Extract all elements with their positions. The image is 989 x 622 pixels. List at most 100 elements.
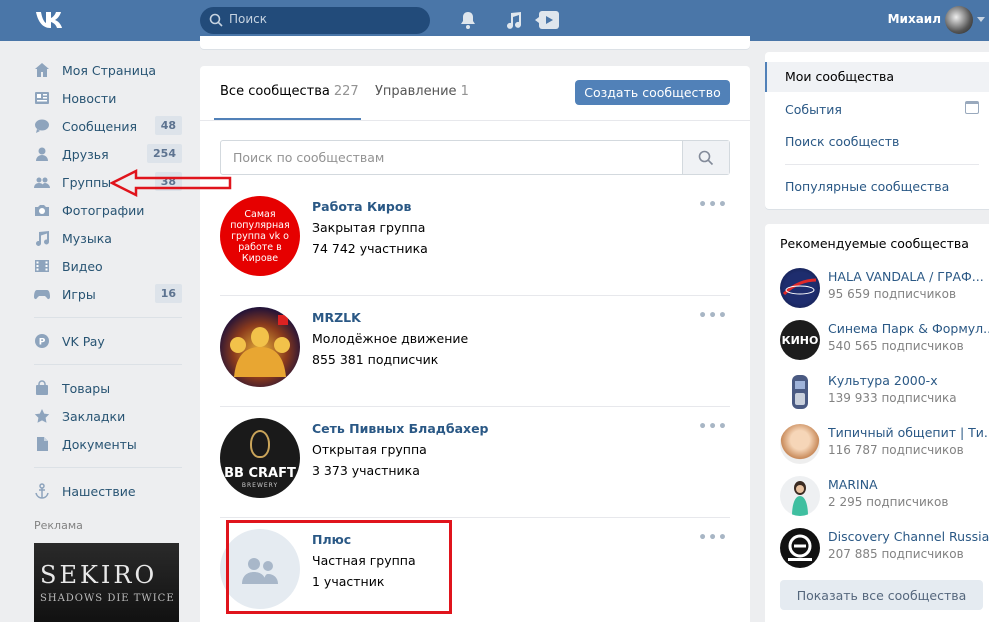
community-subscribers: 139 933 подписчика [828, 391, 957, 405]
community-row[interactable]: BB CRAFT BREWERY Сеть Пивных Бладбахер О… [220, 407, 730, 518]
recommended-item[interactable]: Discovery Channel Russia 207 885 подписч… [780, 522, 989, 574]
friends-count-badge: 254 [147, 144, 182, 163]
sidebar-divider [34, 317, 182, 318]
community-name[interactable]: MARINA [828, 477, 989, 492]
community-type: Открытая группа [312, 442, 427, 457]
community-name[interactable]: Discovery Channel Russia [828, 529, 989, 544]
community-avatar[interactable] [220, 307, 300, 387]
community-name[interactable]: Культура 2000-х [828, 373, 989, 388]
community-avatar[interactable]: КИНО [780, 320, 820, 360]
community-name[interactable]: Типичный общепит | Ти... [828, 425, 989, 440]
recommended-item[interactable]: MARINA 2 295 подписчиков [780, 470, 989, 522]
anchor-icon [35, 483, 49, 499]
community-subscribers: 540 565 подписчиков [828, 339, 964, 353]
community-row[interactable]: Самая популярная группа vk о работе в Ки… [220, 185, 730, 296]
sidebar-item-news[interactable]: Новости [34, 84, 184, 112]
recommended-item[interactable]: КИНО Синема Парк & Формул... 540 565 под… [780, 314, 989, 366]
sidebar-item-friends[interactable]: Друзья 254 [34, 140, 184, 168]
sidebar-item-messages[interactable]: Сообщения 48 [34, 112, 184, 140]
sidebar-item-bookmarks[interactable]: Закладки [34, 402, 184, 430]
tab-count: 227 [333, 84, 359, 99]
community-subscribers: 95 659 подписчиков [828, 287, 957, 301]
menu-item-my-communities[interactable]: Мои сообщества [765, 62, 989, 92]
community-name[interactable]: MRZLK [312, 310, 361, 325]
unread-count-badge: 48 [154, 116, 182, 135]
vk-logo-icon[interactable] [34, 8, 68, 32]
sidebar-item-vk-pay[interactable]: P VK Pay [34, 327, 184, 355]
user-name[interactable]: Михаил [888, 12, 941, 26]
global-search-input[interactable]: Поиск [200, 7, 430, 34]
community-members: 855 381 подписчик [312, 352, 439, 367]
community-subscribers: 116 787 подписчиков [828, 443, 964, 457]
community-row[interactable]: MRZLK Молодёжное движение 855 381 подпис… [220, 296, 730, 407]
community-name[interactable]: Работа Киров [312, 199, 411, 214]
bell-icon[interactable] [460, 11, 476, 29]
sidebar-item-music[interactable]: Музыка [34, 224, 184, 252]
recommended-item[interactable]: Культура 2000-х 139 933 подписчика [780, 366, 989, 418]
community-name[interactable]: Синема Парк & Формул... [828, 321, 989, 336]
play-video-icon[interactable] [535, 11, 559, 29]
more-options-icon[interactable]: ••• [698, 197, 728, 213]
menu-item-events[interactable]: События [785, 102, 842, 117]
show-all-communities-button[interactable]: Показать все сообщества [780, 580, 983, 610]
left-sidebar: Моя Страница Новости Сообщения 48 Друзья… [34, 56, 184, 505]
tab-management[interactable]: Управление 1 [375, 84, 469, 99]
sidebar-item-photos[interactable]: Фотографии [34, 196, 184, 224]
ad-banner[interactable]: SEKIRO SHADOWS DIE TWICE [34, 543, 179, 622]
games-count-badge: 16 [154, 284, 182, 303]
community-subscribers: 207 885 подписчиков [828, 547, 964, 561]
music-note-icon[interactable] [506, 11, 522, 29]
sidebar-item-documents[interactable]: Документы [34, 430, 184, 458]
sidebar-item-my-page[interactable]: Моя Страница [34, 56, 184, 84]
recommended-title: Рекомендуемые сообщества [780, 236, 969, 251]
community-avatar[interactable] [780, 424, 820, 464]
bodybuilder-image [230, 315, 290, 377]
community-avatar[interactable]: BB CRAFT BREWERY [220, 418, 300, 498]
discovery-logo-icon [788, 534, 812, 561]
sidebar-item-label: Группы [62, 174, 112, 190]
ad-title: SEKIRO [40, 561, 158, 589]
top-card-edge [200, 36, 750, 49]
sidebar-item-label: Сообщения [62, 118, 138, 134]
search-button[interactable] [682, 141, 729, 174]
calendar-icon[interactable] [965, 101, 979, 114]
search-icon [698, 150, 714, 166]
community-avatar[interactable]: Самая популярная группа vk о работе в Ки… [220, 196, 300, 276]
avatar-caption: BB CRAFT [224, 466, 296, 481]
more-options-icon[interactable]: ••• [698, 419, 728, 435]
community-avatar[interactable] [780, 268, 820, 308]
search-placeholder: Поиск по сообществам [233, 150, 385, 165]
community-search-input[interactable]: Поиск по сообществам [220, 140, 730, 175]
menu-item-popular-communities[interactable]: Популярные сообщества [785, 179, 949, 194]
phone-image [792, 375, 808, 409]
user-avatar[interactable] [945, 6, 973, 34]
sidebar-item-label: Закладки [62, 408, 126, 424]
sidebar-item-label: Друзья [62, 146, 109, 162]
community-avatar[interactable] [780, 372, 820, 412]
news-icon [35, 92, 49, 104]
tab-label: Все сообщества [220, 84, 330, 99]
community-name[interactable]: Сеть Пивных Бладбахер [312, 421, 489, 436]
sidebar-item-goods[interactable]: Товары [34, 374, 184, 402]
vkpay-icon: P [35, 334, 49, 348]
community-avatar[interactable] [780, 476, 820, 516]
nasa-style-logo-icon [782, 278, 817, 296]
community-name[interactable]: HALA VANDALA / ГРАФ... [828, 269, 989, 284]
sidebar-item-games[interactable]: Игры 16 [34, 280, 184, 308]
recommended-item[interactable]: HALA VANDALA / ГРАФ... 95 659 подписчико… [780, 262, 989, 314]
recommended-item[interactable]: Типичный общепит | Ти... 116 787 подписч… [780, 418, 989, 470]
community-avatar[interactable] [780, 528, 820, 568]
more-options-icon[interactable]: ••• [698, 308, 728, 324]
community-members: 3 373 участника [312, 463, 420, 478]
sidebar-item-nashestvie[interactable]: Нашествие [34, 477, 184, 505]
hop-icon [250, 430, 270, 458]
more-options-icon[interactable]: ••• [698, 530, 728, 546]
sidebar-item-video[interactable]: Видео [34, 252, 184, 280]
chevron-down-icon[interactable] [977, 17, 985, 22]
sidebar-item-label: Моя Страница [62, 62, 156, 78]
tab-all-communities[interactable]: Все сообщества 227 [220, 84, 359, 99]
create-community-button[interactable]: Создать сообщество [575, 80, 730, 105]
sidebar-item-label: Видео [62, 258, 103, 274]
menu-item-search-communities[interactable]: Поиск сообществ [785, 134, 899, 149]
community-members: 74 742 участника [312, 241, 428, 256]
